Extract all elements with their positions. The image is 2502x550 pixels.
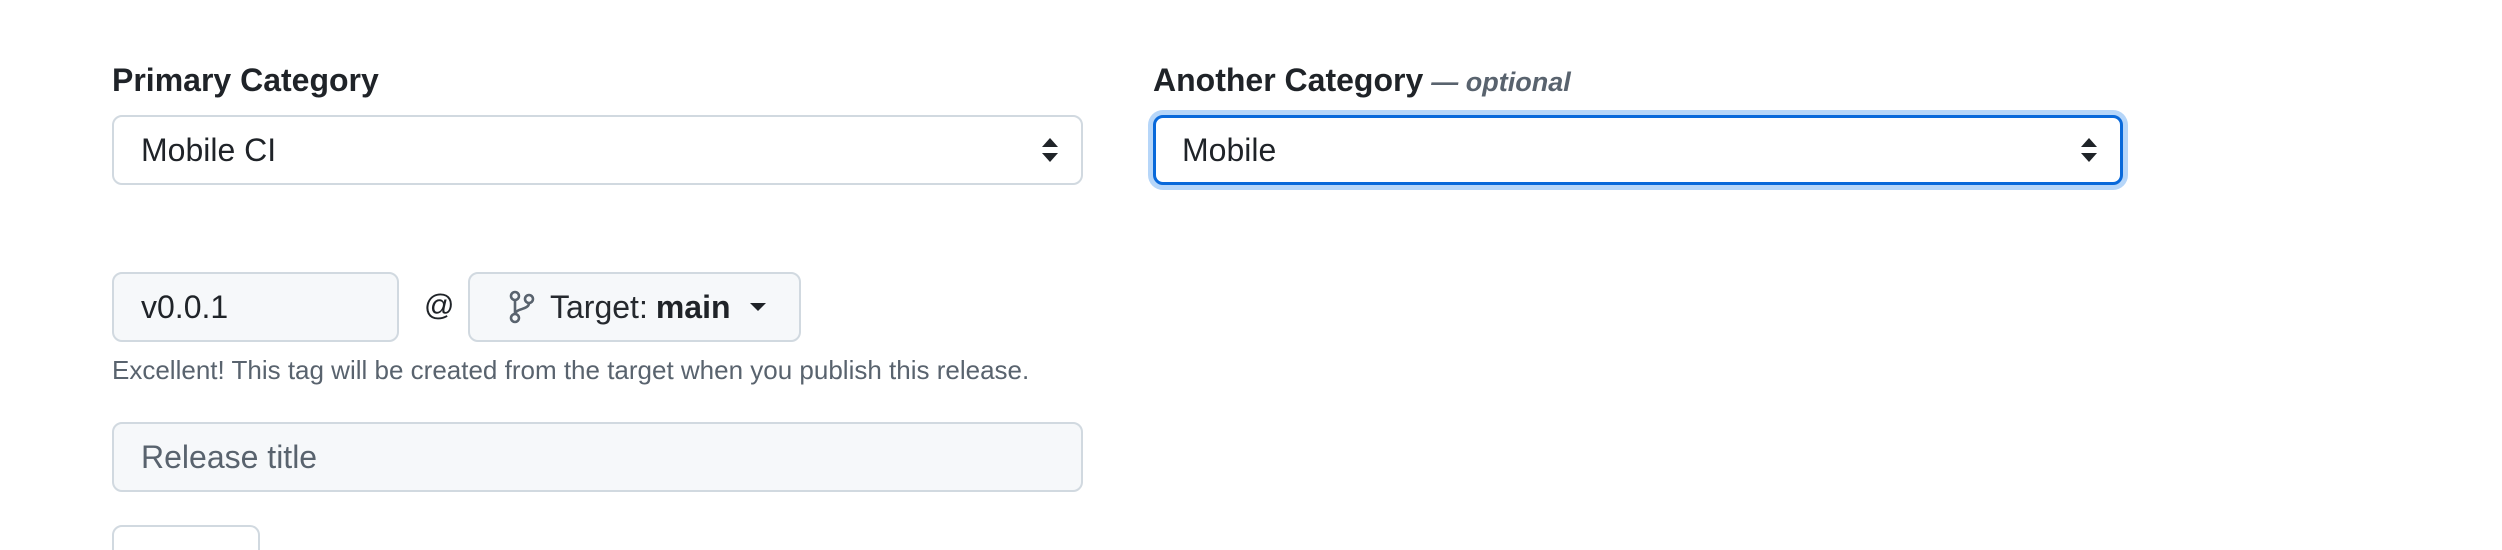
tag-input-value: v0.0.1	[141, 288, 229, 325]
release-title-input[interactable]: Release title	[112, 422, 1083, 492]
caret-down-icon	[749, 303, 766, 311]
at-separator-text: @	[424, 289, 455, 322]
another-category-label-text: Another Category	[1153, 62, 1424, 98]
target-branch-name: main	[655, 288, 731, 325]
another-category-value: Mobile	[1182, 131, 1277, 168]
tag-help-text: Excellent! This tag will be created from…	[112, 357, 1029, 383]
tag-help-message: Excellent! This tag will be created from…	[112, 355, 1030, 385]
select-arrows-icon	[1042, 138, 1058, 162]
primary-category-label: Primary Category	[112, 64, 379, 96]
git-branch-icon	[509, 290, 535, 324]
tag-input[interactable]: v0.0.1	[112, 272, 399, 342]
primary-category-value: Mobile CI	[141, 131, 277, 168]
another-category-select[interactable]: Mobile	[1153, 115, 2123, 185]
target-branch-button[interactable]: Target: main	[468, 272, 801, 342]
target-prefix: Target:	[550, 288, 648, 325]
release-form: Primary Category Mobile CI Another Categ…	[0, 0, 2502, 550]
primary-category-select[interactable]: Mobile CI	[112, 115, 1083, 185]
primary-category-label-text: Primary Category	[112, 62, 379, 98]
partial-editor-tab[interactable]	[112, 525, 260, 550]
select-arrows-icon	[2081, 138, 2097, 162]
at-separator: @	[424, 291, 454, 321]
release-title-placeholder: Release title	[141, 438, 318, 475]
optional-hint: — optional	[1431, 67, 1571, 97]
another-category-label: Another Category — optional	[1153, 64, 1571, 96]
